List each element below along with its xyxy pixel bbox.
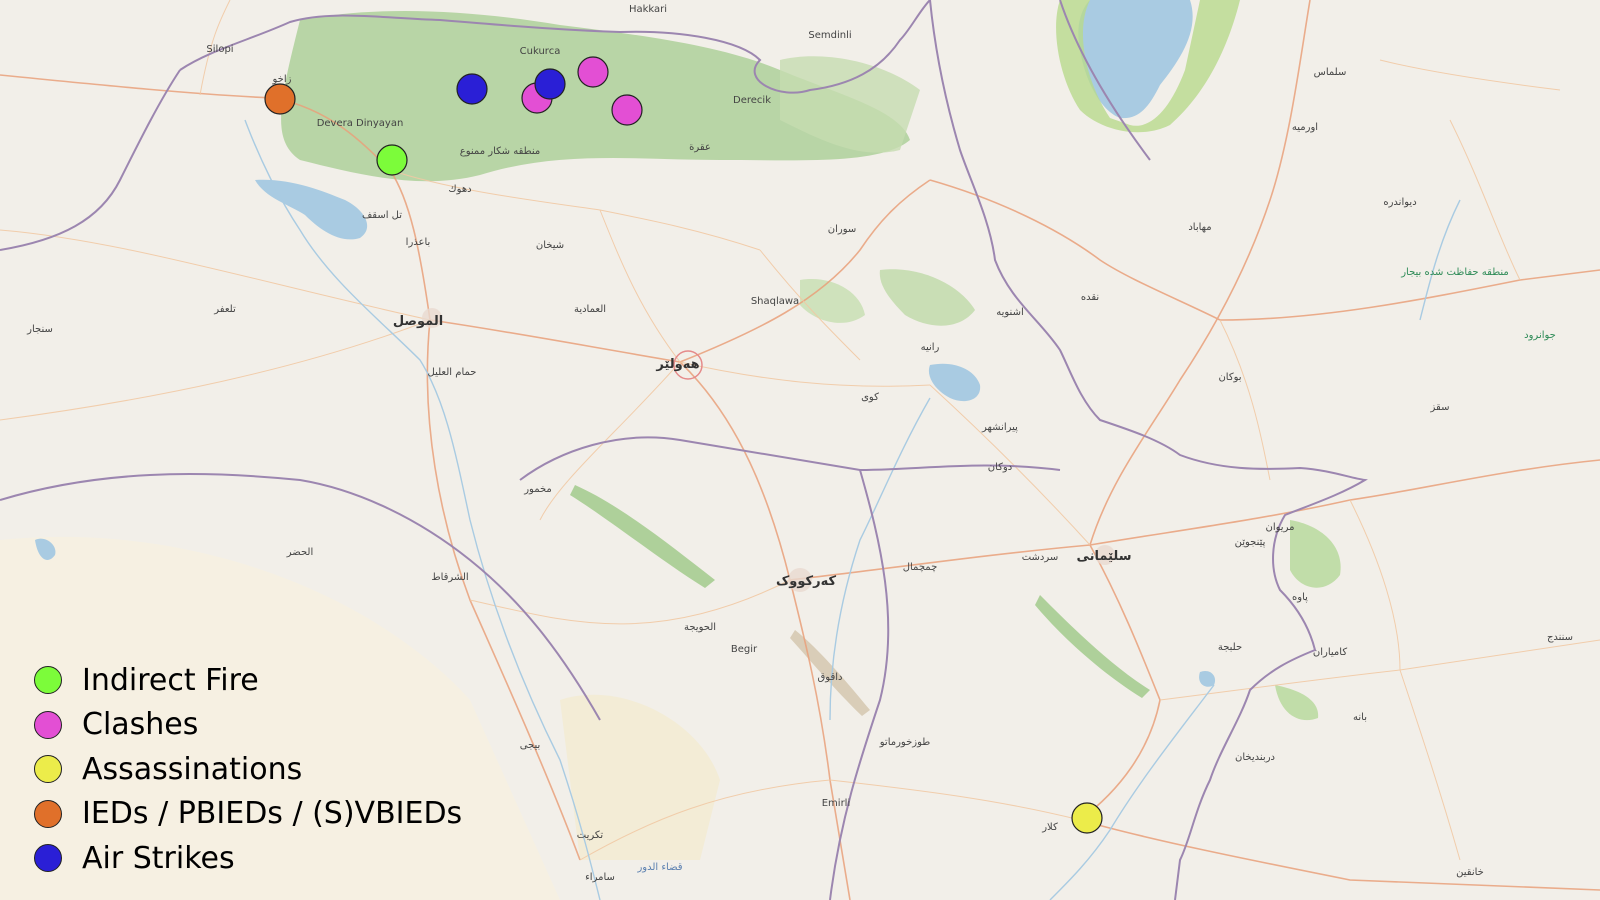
place-label: Cukurca: [520, 46, 561, 57]
legend-item-ieds: IEDs / PBIEDs / (S)VBIEDs: [34, 792, 462, 837]
place-label: Shaqlawa: [751, 296, 799, 307]
place-label: داقوق: [818, 672, 843, 683]
place-label: زاخو: [272, 74, 292, 85]
place-label: سنجار: [26, 324, 53, 335]
place-label: سوران: [828, 224, 857, 235]
place-label: مخمور: [523, 484, 552, 495]
place-label: کلار: [1041, 822, 1058, 833]
place-label: طوزخورماتو: [879, 737, 931, 748]
map-legend: Indirect Fire Clashes Assassinations IED…: [34, 658, 462, 881]
place-label: الحويجة: [684, 622, 716, 633]
legend-item-indirect-fire: Indirect Fire: [34, 658, 462, 703]
place-label: دوکان: [988, 462, 1012, 473]
place-label: Devera Dinyayan: [317, 118, 404, 129]
place-label: العمادية: [574, 304, 606, 315]
place-label: الحضر: [286, 547, 313, 558]
place-label: کوی: [861, 392, 879, 403]
place-label: Silopi: [206, 44, 233, 55]
legend-swatch-assassinations: [34, 755, 62, 784]
event-marker-clashes[interactable]: Clashes: [577, 56, 609, 88]
place-label: شيخان: [536, 240, 564, 251]
place-label: نقده: [1081, 292, 1099, 303]
legend-swatch-air-strikes: [34, 844, 62, 873]
event-marker-indirect-fire[interactable]: Indirect Fire: [376, 144, 408, 176]
legend-swatch-clashes: [34, 710, 62, 739]
place-label: خانقين: [1456, 867, 1484, 878]
event-marker-air-strikes[interactable]: Air Strikes: [534, 68, 566, 100]
place-label: تكريت: [577, 830, 604, 841]
legend-label-ieds: IEDs / PBIEDs / (S)VBIEDs: [82, 796, 463, 832]
place-label: اورمیه: [1292, 122, 1318, 133]
place-label: Hakkari: [629, 4, 667, 15]
place-label: دیواندره: [1383, 197, 1416, 208]
place-label: بوکان: [1218, 372, 1241, 383]
place-label: رانیه: [921, 342, 940, 353]
place-label: مریوان: [1266, 522, 1295, 533]
place-label: حلبجة: [1218, 642, 1242, 653]
place-label: بیجی: [520, 740, 541, 751]
place-label: تل اسقف: [362, 210, 402, 221]
legend-swatch-ieds: [34, 799, 62, 828]
legend-label-indirect-fire: Indirect Fire: [82, 662, 259, 698]
place-label: پێنجوێن: [1235, 537, 1266, 548]
place-label: اشنويه: [996, 307, 1024, 318]
place-label: Semdinli: [808, 30, 851, 41]
place-label: سلێمانی: [1076, 549, 1131, 564]
legend-item-clashes: Clashes: [34, 703, 462, 748]
place-label: سامراء: [585, 872, 615, 883]
event-marker-air-strikes[interactable]: Air Strikes: [456, 73, 488, 105]
place-label: مهاباد: [1188, 222, 1211, 233]
place-label: منطقه شکار ممنوع: [460, 146, 540, 157]
place-label: حمام العليل: [428, 367, 477, 378]
place-label: منطقه حفاظت شده بیجار: [1400, 267, 1509, 278]
legend-item-assassinations: Assassinations: [34, 747, 462, 792]
place-label: هەولێر: [655, 357, 699, 372]
place-label: پیرانشهر: [981, 422, 1018, 433]
place-label: دربندیخان: [1235, 752, 1275, 763]
place-label: تلعفر: [213, 304, 236, 315]
place-label: سلماس: [1314, 67, 1347, 78]
place-label: دهوك: [448, 184, 471, 195]
event-marker-ieds[interactable]: IEDs / PBIEDs / (S)VBIEDs: [264, 83, 296, 115]
place-label: بانه: [1353, 712, 1367, 723]
place-label: Emirli: [822, 798, 851, 809]
event-marker-assassinations[interactable]: Assassinations: [1071, 802, 1103, 834]
place-label: عقرة: [689, 142, 711, 153]
legend-item-air-strikes: Air Strikes: [34, 836, 462, 881]
place-label: قضاء الدور: [636, 862, 682, 873]
legend-label-clashes: Clashes: [82, 707, 199, 743]
place-label: کەرکووک: [776, 574, 836, 589]
place-label: Derecik: [733, 95, 771, 106]
legend-label-air-strikes: Air Strikes: [82, 840, 235, 876]
legend-label-assassinations: Assassinations: [82, 751, 303, 787]
event-marker-clashes[interactable]: Clashes: [611, 94, 643, 126]
place-label: الموصل: [393, 314, 443, 329]
place-label: Begir: [731, 644, 758, 655]
place-label: جوانرود: [1524, 330, 1556, 341]
legend-swatch-indirect-fire: [34, 666, 62, 695]
place-label: پاوه: [1292, 592, 1308, 603]
place-label: سنندج: [1547, 632, 1573, 643]
place-label: الشرقاط: [431, 572, 468, 583]
place-label: چمچمال: [903, 562, 938, 573]
place-label: سردشت: [1022, 552, 1059, 563]
place-label: کامیاران: [1313, 647, 1347, 658]
place-label: سقز: [1430, 402, 1450, 413]
place-label: باعذرا: [406, 237, 431, 248]
map-view[interactable]: Silopi Semdinli Hakkari Cukurca Derecik Dever…: [0, 0, 1600, 900]
